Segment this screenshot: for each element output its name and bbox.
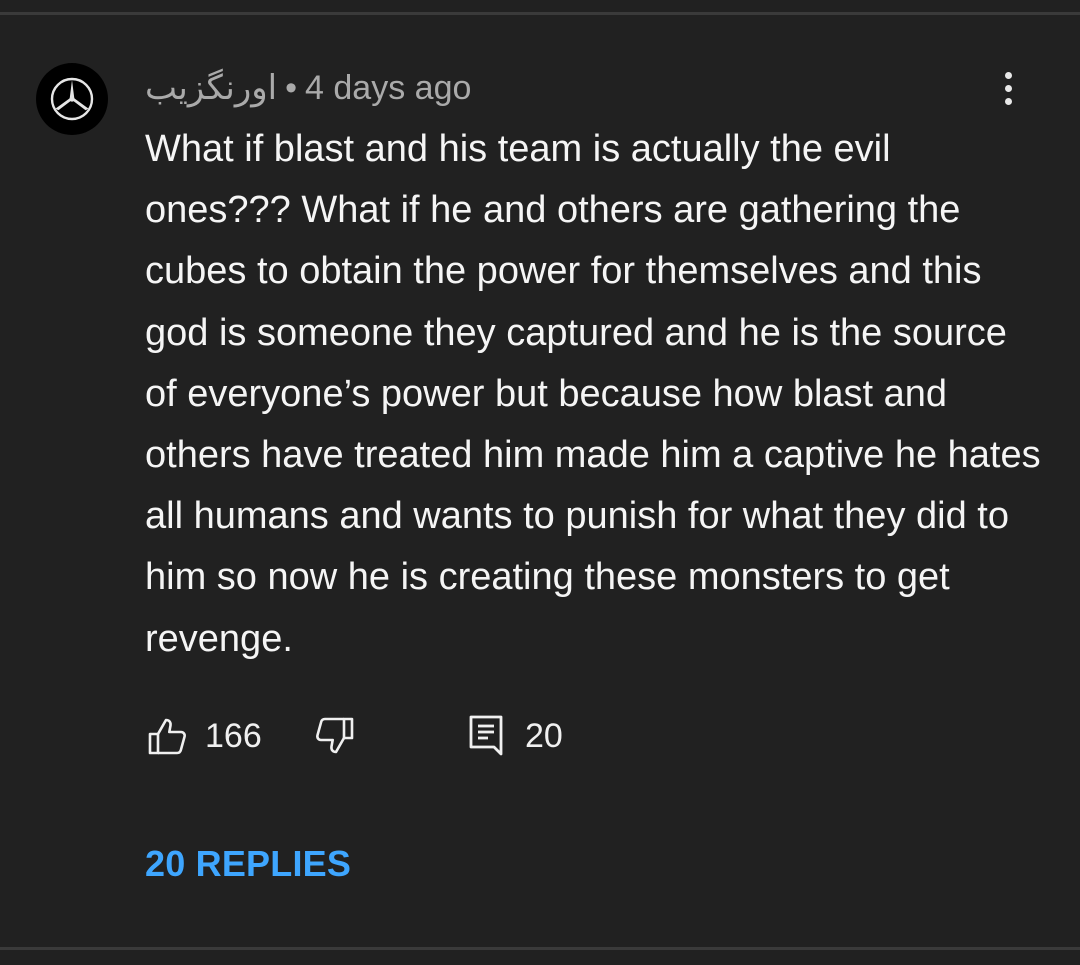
vertical-ellipsis-icon bbox=[1004, 84, 1012, 92]
dislike-button[interactable] bbox=[315, 711, 355, 761]
comment-actions: 166 20 bbox=[145, 711, 745, 761]
author-name[interactable]: اورنگزیب bbox=[145, 69, 277, 107]
bottom-divider bbox=[0, 947, 1080, 950]
timestamp: 4 days ago bbox=[305, 69, 472, 107]
more-options-button[interactable] bbox=[988, 64, 1028, 112]
thumbs-up-icon bbox=[148, 718, 186, 755]
like-button[interactable]: 166 bbox=[147, 711, 262, 761]
vertical-ellipsis-icon bbox=[1004, 71, 1012, 79]
meta-separator: • bbox=[285, 69, 298, 107]
reply-button[interactable]: 20 bbox=[467, 711, 563, 761]
like-count: 166 bbox=[205, 716, 262, 755]
avatar[interactable] bbox=[36, 63, 108, 135]
comment-icon bbox=[469, 715, 503, 756]
thumbs-down-icon bbox=[316, 717, 354, 754]
vertical-ellipsis-icon bbox=[1004, 97, 1012, 105]
mercedes-star-logo bbox=[50, 77, 94, 121]
reply-count: 20 bbox=[525, 716, 563, 755]
comment-text: What if blast and his team is actually t… bbox=[145, 128, 1041, 660]
comment-meta: اورنگزیب • 4 days ago bbox=[145, 66, 471, 110]
view-replies-button[interactable]: 20 REPLIES bbox=[145, 843, 351, 885]
comment-thread: اورنگزیب • 4 days ago What if blast and hi… bbox=[0, 0, 1080, 965]
